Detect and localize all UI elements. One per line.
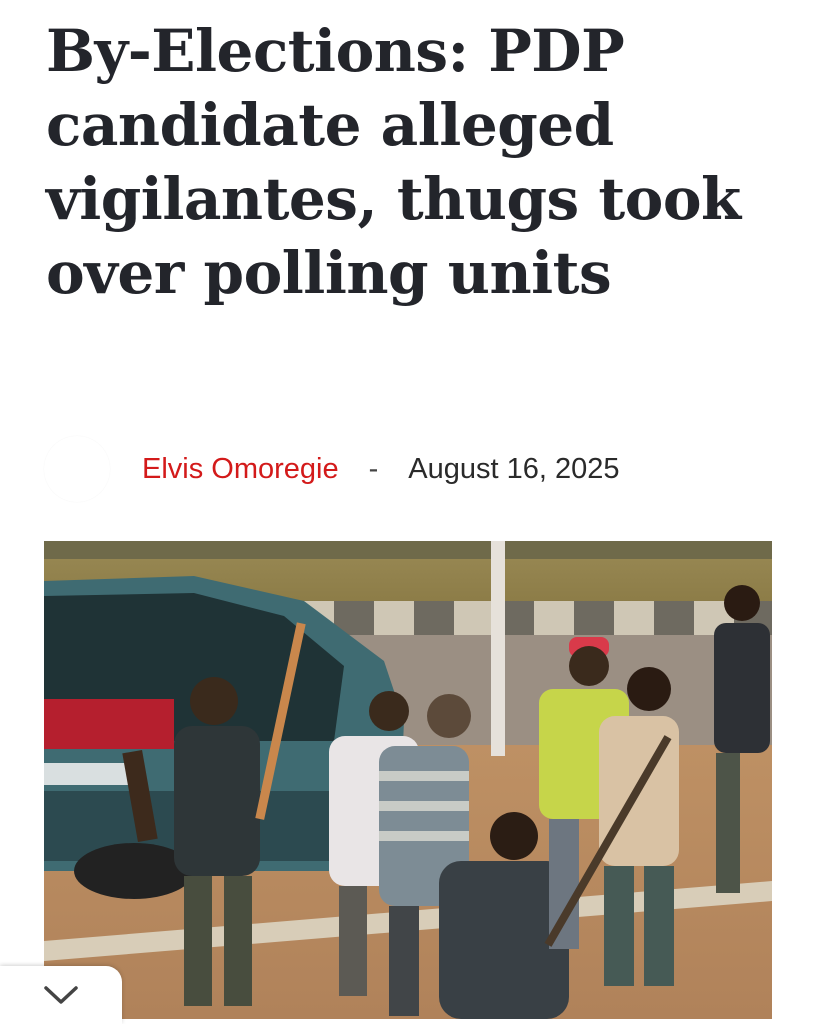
publish-date: August 16, 2025: [408, 452, 620, 485]
news-photo: [44, 541, 772, 1019]
article-page: By-Elections: PDP candidate alleged vigi…: [0, 0, 816, 1024]
author-link[interactable]: Elvis Omoregie: [142, 453, 339, 486]
byline-separator: -: [368, 452, 379, 485]
chevron-down-icon: [44, 986, 78, 1004]
article-photo[interactable]: [44, 541, 772, 1019]
article-byline: Elvis Omoregie - August 16, 2025: [44, 436, 784, 502]
article-title: By-Elections: PDP candidate alleged vigi…: [46, 17, 741, 307]
author-avatar[interactable]: [44, 436, 110, 502]
collapse-button[interactable]: [0, 966, 122, 1024]
